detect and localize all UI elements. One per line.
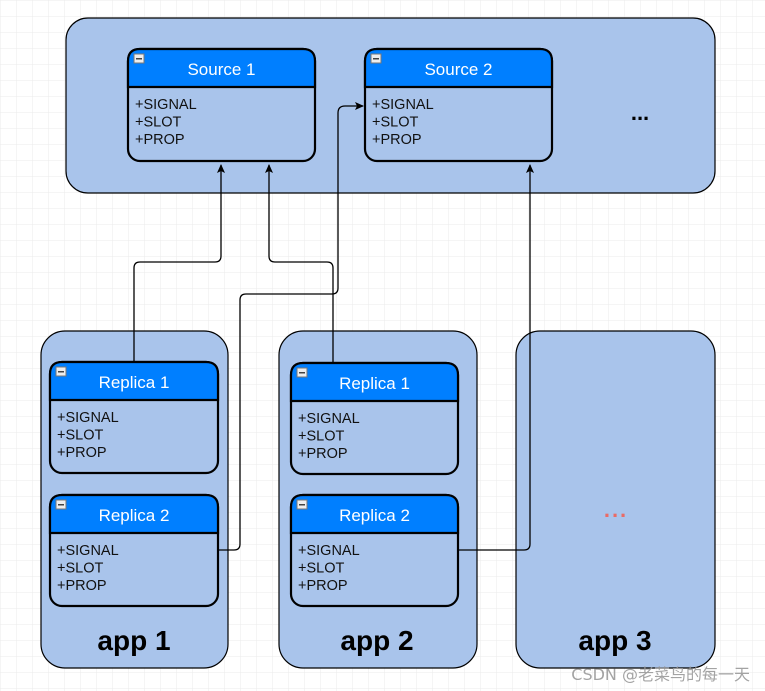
- class-member: +SLOT: [298, 429, 344, 445]
- app2-replica-2-box[interactable]: Replica 2 +SIGNAL +SLOT+PROP: [289, 493, 460, 608]
- class-member: +SIGNAL: [57, 543, 119, 559]
- class-title: Replica 2: [339, 506, 410, 525]
- collapse-icon[interactable]: [296, 367, 308, 378]
- class-title: Source 2: [424, 60, 492, 79]
- class-member: +SIGNAL: [298, 543, 360, 559]
- app2-replica-1-box[interactable]: Replica 1 +SIGNAL +SLOT+PROP: [289, 361, 460, 476]
- app-3-more-ellipsis: ...: [604, 497, 628, 522]
- sources-more-ellipsis: ...: [631, 100, 649, 125]
- class-member: +PROP: [57, 578, 107, 594]
- diagram-canvas: Source 1+SIGNAL+SLOT+PROPSource 2+SIGNAL…: [0, 0, 765, 691]
- class-member: +SIGNAL: [57, 410, 119, 426]
- class-title: Replica 2: [99, 506, 170, 525]
- class-member: +SIGNAL: [372, 97, 434, 113]
- collapse-icon[interactable]: [55, 366, 67, 377]
- class-member: +PROP: [298, 578, 348, 594]
- app-1-label: app 1: [97, 625, 170, 656]
- app1-replica-2-box[interactable]: Replica 2 +SIGNAL +SLOT+PROP: [48, 493, 220, 608]
- class-member: +SIGNAL: [135, 97, 197, 113]
- collapse-icon[interactable]: [370, 53, 382, 64]
- class-member: +SLOT: [57, 561, 103, 577]
- source-2-box[interactable]: Source 2 +SIGNAL +SLOT+PROP: [363, 47, 554, 163]
- app1-replica-1-box[interactable]: Replica 1 +SIGNAL +SLOT+PROP: [48, 360, 220, 475]
- class-title: Replica 1: [99, 373, 170, 392]
- watermark: CSDN @老菜鸟的每一天: [571, 665, 750, 684]
- source-1-box[interactable]: Source 1 +SIGNAL +SLOT+PROP: [126, 47, 317, 163]
- collapse-icon[interactable]: [55, 499, 67, 510]
- app-2-label: app 2: [340, 625, 413, 656]
- class-member: +PROP: [372, 132, 422, 148]
- class-member: +PROP: [135, 132, 185, 148]
- class-member: +SIGNAL: [298, 411, 360, 427]
- class-title: Replica 1: [339, 374, 410, 393]
- class-member: +SLOT: [135, 115, 181, 131]
- class-member: +SLOT: [372, 115, 418, 131]
- collapse-icon[interactable]: [296, 499, 308, 510]
- collapse-icon[interactable]: [133, 53, 145, 64]
- class-member: +SLOT: [298, 561, 344, 577]
- class-member: +SLOT: [57, 428, 103, 444]
- class-member: +PROP: [57, 445, 107, 461]
- class-member: +PROP: [298, 446, 348, 462]
- app-3-label: app 3: [578, 625, 651, 656]
- class-title: Source 1: [187, 60, 255, 79]
